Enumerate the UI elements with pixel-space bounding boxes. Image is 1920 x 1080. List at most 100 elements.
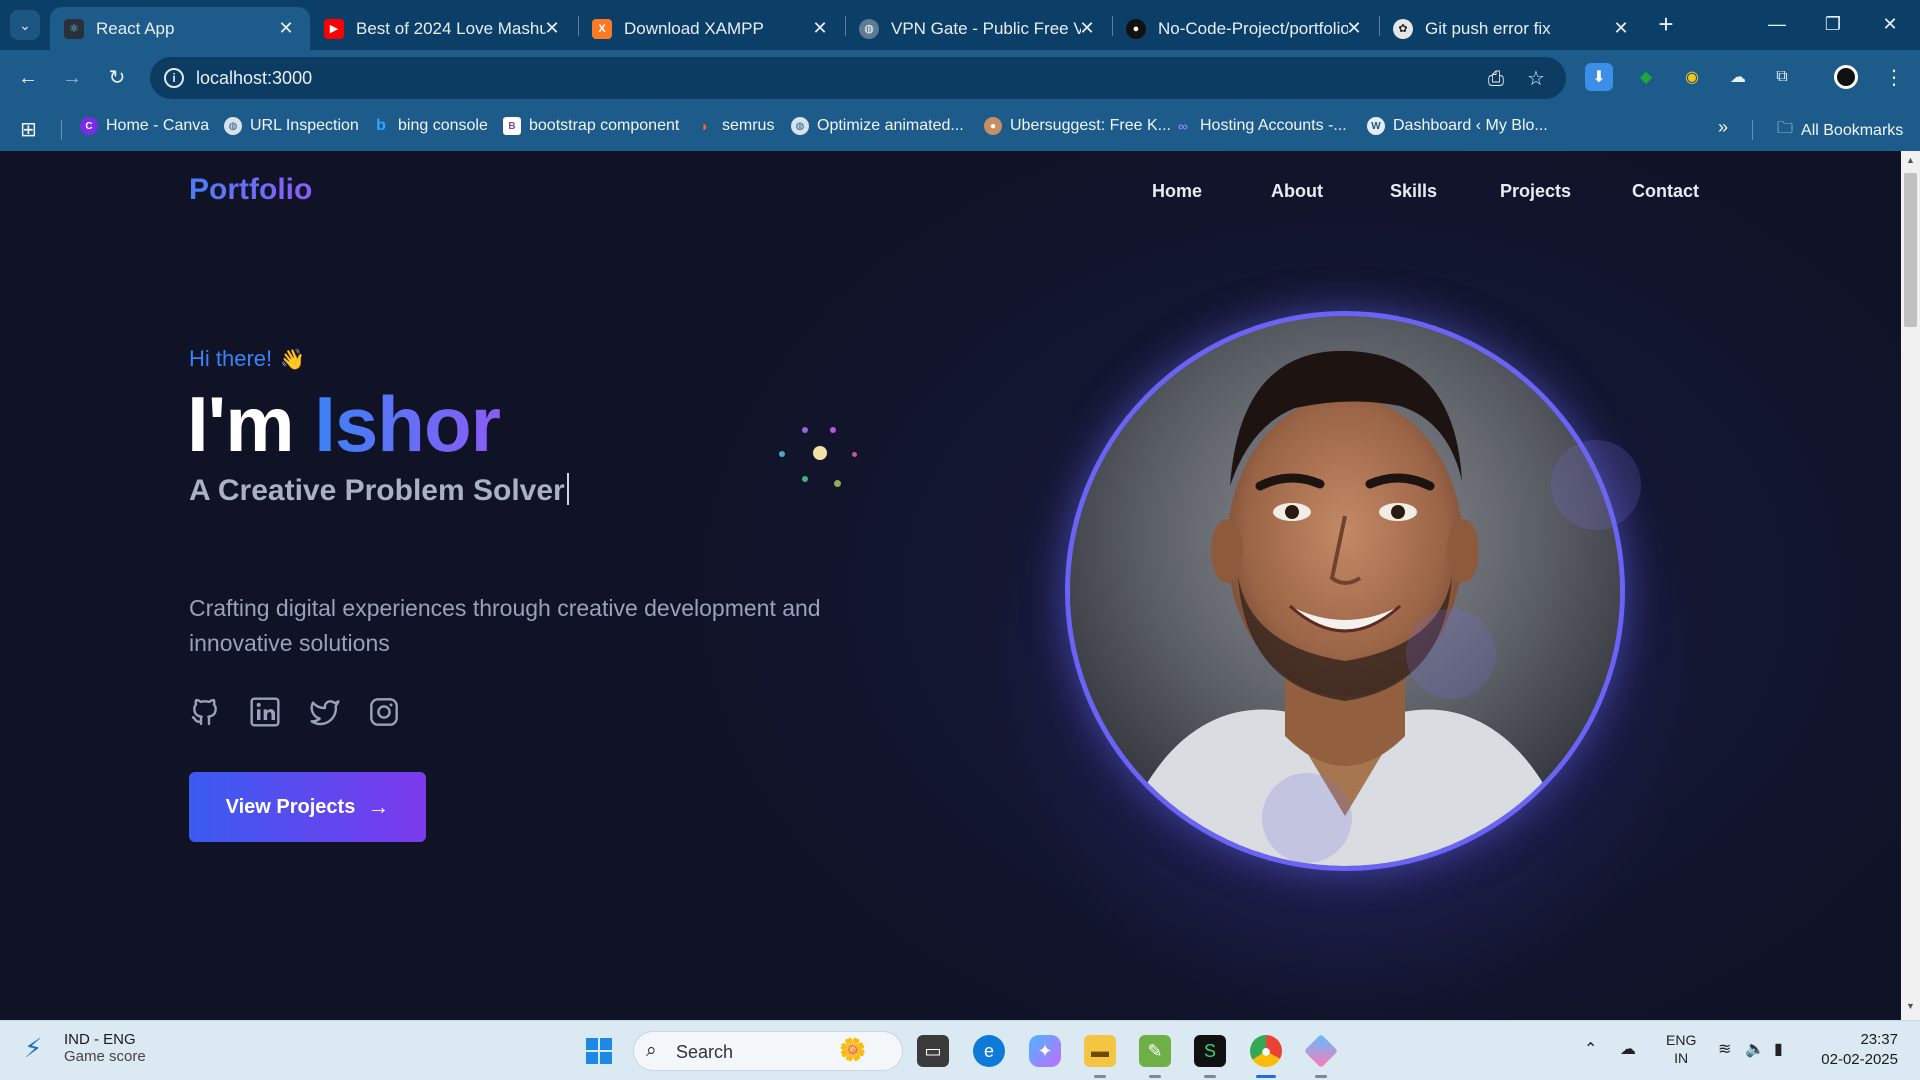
bookmark-label: Hosting Accounts -... xyxy=(1200,117,1347,134)
react-icon: ⚛ xyxy=(64,18,84,39)
page-scrollbar[interactable]: ▲ ▼ xyxy=(1901,151,1920,1020)
tab-search-button[interactable]: ⌄ xyxy=(10,10,40,40)
globe-icon: ◍ xyxy=(791,117,809,135)
apps-grid-icon[interactable]: ⊞ xyxy=(20,117,37,142)
bookmark-semrush[interactable]: ◗ semrus xyxy=(696,117,775,135)
bookmark-label: bootstrap component xyxy=(529,117,680,134)
edge-icon[interactable]: e xyxy=(973,1035,1005,1067)
system-clock[interactable]: 23:37 02-02-2025 xyxy=(1808,1030,1898,1070)
nav-contact[interactable]: Contact xyxy=(1632,181,1699,202)
dot xyxy=(830,427,836,433)
bookmark-hosting[interactable]: ∞ Hosting Accounts -... xyxy=(1174,117,1347,135)
site-info-icon[interactable]: i xyxy=(164,68,184,88)
bookmark-url-inspection[interactable]: ◍ URL Inspection xyxy=(224,117,359,135)
more-menu-icon[interactable]: ⋮ xyxy=(1880,63,1908,91)
dot xyxy=(802,476,808,482)
bookmark-wordpress[interactable]: W Dashboard ‹ My Blo... xyxy=(1367,117,1548,135)
show-hidden-icons[interactable]: ⌃ xyxy=(1584,1039,1597,1059)
cta-label: View Projects xyxy=(225,795,356,818)
extension-green-icon[interactable]: ◆ xyxy=(1632,63,1660,91)
more-bookmarks-icon[interactable]: » xyxy=(1718,117,1728,138)
tab-xampp[interactable]: X Download XAMPP ✕ xyxy=(578,7,844,50)
all-bookmarks-button[interactable]: 🗀 All Bookmarks xyxy=(1777,117,1903,144)
onedrive-icon[interactable]: ☁ xyxy=(1620,1039,1636,1059)
wifi-icon[interactable]: ≋ xyxy=(1718,1039,1731,1059)
widget-subtitle: Game score xyxy=(64,1048,146,1065)
url-text[interactable]: localhost:3000 xyxy=(196,68,312,89)
bookmark-optimize[interactable]: ◍ Optimize animated... xyxy=(791,117,964,135)
volume-icon[interactable]: 🔈 xyxy=(1745,1039,1765,1059)
twitter-icon[interactable] xyxy=(309,696,341,728)
install-app-icon[interactable]: ⎙ xyxy=(1484,67,1508,91)
close-icon[interactable]: ✕ xyxy=(1344,18,1364,38)
nav-about[interactable]: About xyxy=(1271,181,1323,202)
notepad-icon[interactable]: ✎ xyxy=(1139,1035,1171,1067)
extension-earth-icon[interactable]: ◉ xyxy=(1678,63,1706,91)
terminal-app-icon[interactable]: S xyxy=(1194,1035,1226,1067)
instagram-icon[interactable] xyxy=(368,696,400,728)
task-view-icon[interactable]: ▭ xyxy=(917,1035,949,1067)
running-indicator xyxy=(1094,1075,1106,1078)
extensions-puzzle-icon[interactable]: ⧉ xyxy=(1768,63,1796,91)
ubersuggest-icon: ● xyxy=(984,117,1002,135)
bookmark-star-icon[interactable]: ☆ xyxy=(1524,67,1548,91)
download-extension-icon[interactable]: ⬇ xyxy=(1585,63,1613,91)
bookmark-ubersuggest[interactable]: ● Ubersuggest: Free K... xyxy=(984,117,1171,135)
back-button[interactable]: ← xyxy=(12,62,44,94)
tab-github-repo[interactable]: ● No-Code-Project/portfolio ✕ xyxy=(1112,7,1378,50)
file-explorer-icon[interactable]: ▬ xyxy=(1084,1035,1116,1067)
weather-widget[interactable]: ⚡ IND - ENG Game score xyxy=(24,1031,146,1065)
scroll-up-arrow[interactable]: ▲ xyxy=(1905,155,1916,165)
copilot-icon[interactable]: ✦ xyxy=(1029,1035,1061,1067)
clock-time: 23:37 xyxy=(1860,1031,1898,1048)
address-bar[interactable]: i localhost:3000 ⎙ ☆ xyxy=(150,57,1566,99)
forward-button[interactable]: → xyxy=(56,62,88,94)
bookmarks-divider xyxy=(1752,120,1753,140)
floating-orb xyxy=(1262,773,1352,863)
tab-love-mashup[interactable]: ▶ Best of 2024 Love Mashup ✕ xyxy=(310,7,576,50)
bookmark-label: Home - Canva xyxy=(106,117,210,134)
scrollbar-thumb[interactable] xyxy=(1904,173,1917,327)
restore-button[interactable]: ❐ xyxy=(1813,8,1853,40)
close-icon[interactable]: ✕ xyxy=(542,18,562,38)
view-projects-button[interactable]: View Projects → xyxy=(189,772,426,842)
tab-vpn-gate[interactable]: ◍ VPN Gate - Public Free VPN ✕ xyxy=(845,7,1111,50)
profile-avatar[interactable] xyxy=(1832,63,1860,91)
close-icon[interactable]: ✕ xyxy=(810,18,830,38)
all-bookmarks-label: All Bookmarks xyxy=(1801,121,1904,139)
extension-cloud-icon[interactable]: ☁ xyxy=(1724,63,1752,91)
globe-icon: ◍ xyxy=(859,18,879,39)
reload-button[interactable]: ↻ xyxy=(101,62,133,94)
taskbar-search[interactable]: ⌕ Search 🌼 xyxy=(633,1031,903,1071)
bookmark-bing-console[interactable]: b bing console xyxy=(372,117,488,135)
new-tab-button[interactable]: + xyxy=(1651,10,1681,40)
input-language[interactable]: ENG IN xyxy=(1666,1031,1696,1067)
git-app-icon[interactable] xyxy=(1304,1034,1338,1068)
minimize-button[interactable]: — xyxy=(1757,8,1797,40)
windows-start-icon[interactable] xyxy=(583,1035,615,1067)
running-indicator-active xyxy=(1256,1075,1276,1078)
wave-emoji: 👋 xyxy=(280,349,306,371)
tab-react-app[interactable]: ⚛ React App ✕ xyxy=(50,7,310,50)
nav-projects[interactable]: Projects xyxy=(1500,181,1571,202)
battery-icon[interactable]: ▮ xyxy=(1774,1039,1783,1059)
nav-home[interactable]: Home xyxy=(1152,181,1202,202)
chrome-icon[interactable]: ● xyxy=(1250,1035,1282,1067)
linkedin-icon[interactable] xyxy=(249,696,281,728)
scroll-down-arrow[interactable]: ▼ xyxy=(1905,1001,1916,1011)
close-icon[interactable]: ✕ xyxy=(1611,18,1631,38)
close-icon[interactable]: ✕ xyxy=(276,18,296,38)
typing-caret xyxy=(566,473,569,505)
tab-git-push-error[interactable]: ✿ Git push error fix ✕ xyxy=(1379,7,1645,50)
bookmark-label: URL Inspection xyxy=(250,117,359,134)
github-icon[interactable] xyxy=(189,696,221,728)
chatgpt-icon: ✿ xyxy=(1393,18,1413,39)
site-logo[interactable]: Portfolio xyxy=(189,173,312,207)
nav-skills[interactable]: Skills xyxy=(1390,181,1437,202)
close-window-button[interactable]: ✕ xyxy=(1870,8,1910,40)
running-indicator xyxy=(1204,1075,1216,1078)
bookmark-bootstrap[interactable]: Bbootstrap component xyxy=(503,117,679,135)
tab-label: No-Code-Project/portfolio xyxy=(1158,18,1348,38)
bookmark-canva[interactable]: C Home - Canva xyxy=(80,117,209,135)
close-icon[interactable]: ✕ xyxy=(1077,18,1097,38)
